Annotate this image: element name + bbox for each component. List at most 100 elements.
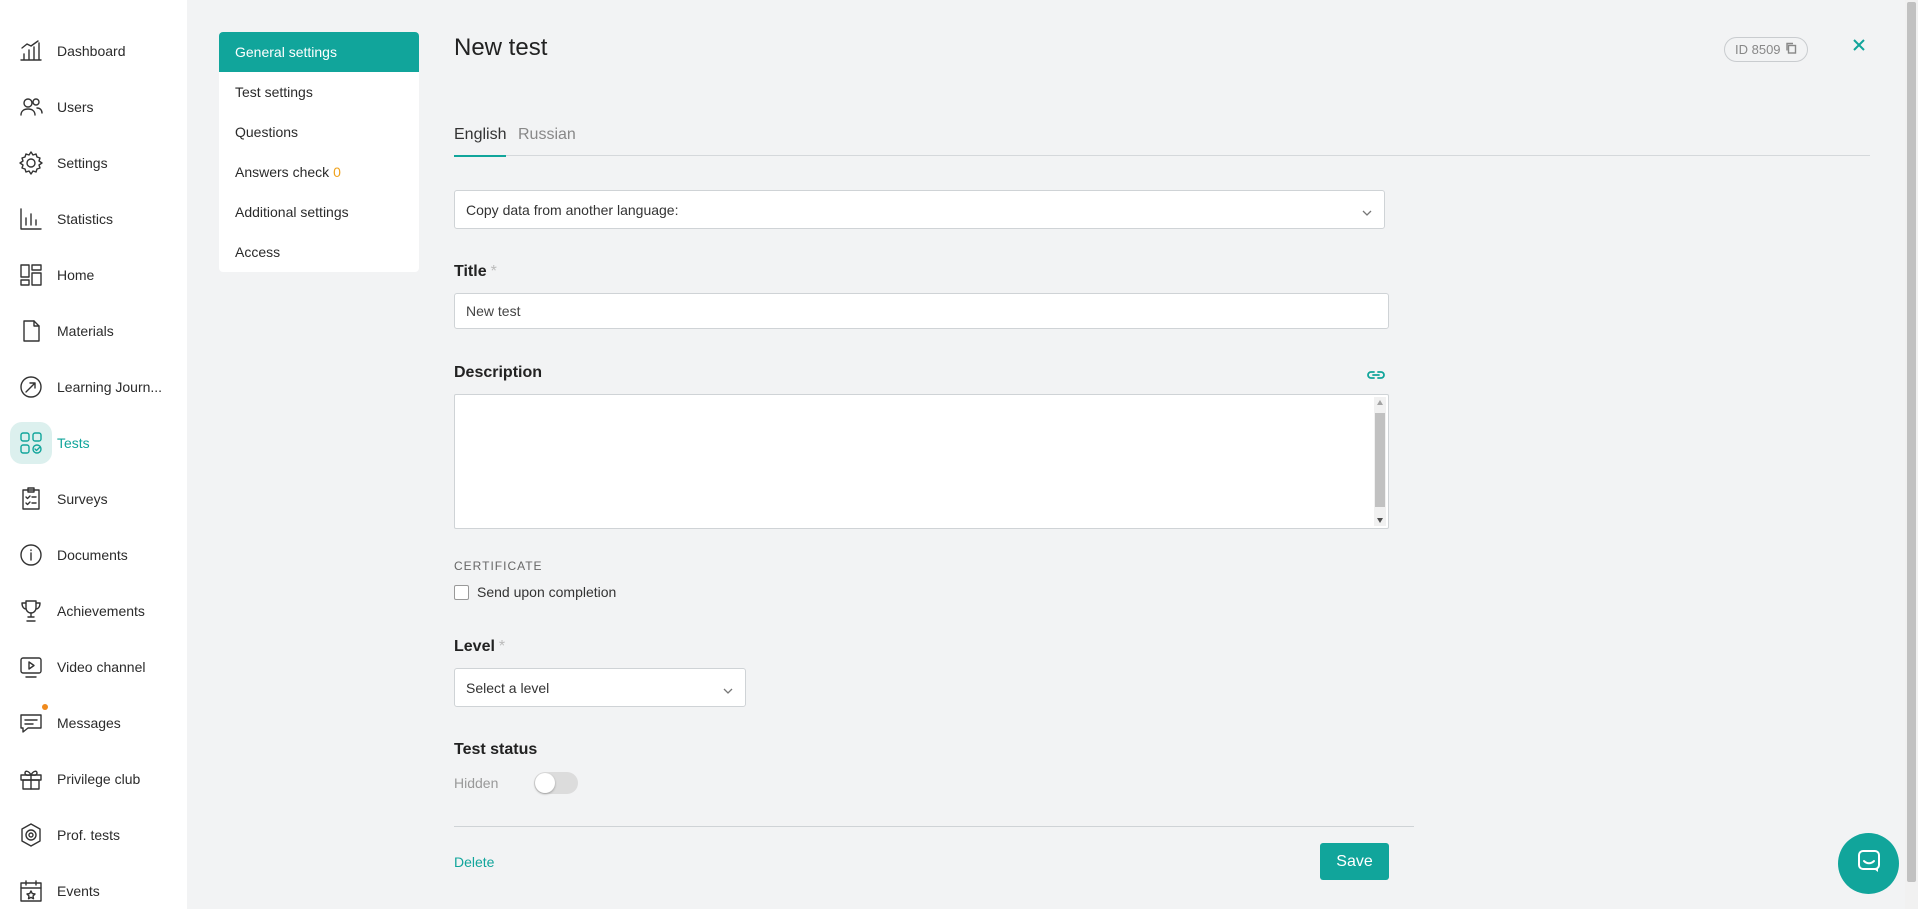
users-icon: [10, 86, 52, 128]
hexagon-icon: [10, 814, 52, 856]
info-circle-icon: [10, 534, 52, 576]
sidebar-item-label: Tests: [57, 435, 90, 451]
dashboard-icon: [10, 30, 52, 72]
sidebar-item-label: Home: [57, 267, 95, 283]
copy-language-select-value: Copy data from another language:: [466, 201, 679, 218]
section-test-settings[interactable]: Test settings: [219, 72, 419, 112]
scroll-up-arrow[interactable]: [1377, 400, 1383, 405]
chat-icon: [1854, 846, 1884, 881]
sidebar-item-materials[interactable]: Materials: [0, 308, 187, 356]
sidebar-item-achievements[interactable]: Achievements: [0, 588, 187, 636]
page-scrollbar[interactable]: [1905, 0, 1918, 909]
title-input[interactable]: [454, 293, 1389, 329]
section-additional-settings[interactable]: Additional settings: [219, 192, 419, 232]
home-grid-icon: [10, 254, 52, 296]
required-mark: *: [490, 263, 497, 280]
sidebar-item-documents[interactable]: Documents: [0, 532, 187, 580]
scrollbar-thumb[interactable]: [1907, 2, 1916, 882]
test-status-toggle[interactable]: [534, 772, 578, 794]
video-icon: [10, 646, 52, 688]
level-label-text: Level: [454, 638, 495, 655]
sidebar-item-privilege-club[interactable]: Privilege club: [0, 756, 187, 804]
trajectory-icon: [10, 366, 52, 408]
sidebar-item-statistics[interactable]: Statistics: [0, 196, 187, 244]
trophy-icon: [10, 590, 52, 632]
toggle-knob: [535, 773, 555, 793]
scroll-down-arrow[interactable]: [1377, 518, 1383, 523]
test-status-row: Hidden: [454, 772, 578, 794]
section-general-settings[interactable]: General settings: [219, 32, 419, 72]
notification-dot: [42, 704, 48, 710]
sidebar-item-label: Statistics: [57, 211, 114, 227]
certificate-option[interactable]: Send upon completion: [454, 584, 616, 600]
sidebar-item-prof-tests[interactable]: Prof. tests: [0, 812, 187, 860]
test-status-value: Hidden: [454, 775, 499, 791]
copy-icon: [1785, 42, 1797, 57]
sidebar-item-label: Materials: [57, 323, 114, 339]
level-select[interactable]: Select a level: [454, 668, 746, 707]
tab-russian[interactable]: Russian: [518, 126, 576, 144]
delete-button[interactable]: Delete: [454, 854, 494, 870]
close-icon: [1852, 38, 1866, 57]
send-upon-completion-checkbox[interactable]: [454, 584, 469, 600]
certificate-heading: CERTIFICATE: [454, 559, 543, 573]
sidebar-item-label: Prof. tests: [57, 827, 121, 843]
survey-checklist-icon: [10, 478, 52, 520]
tab-english[interactable]: English: [454, 126, 507, 157]
sidebar-item-label: Achievements: [57, 603, 145, 619]
section-answers-check-label: Answers check: [235, 164, 330, 180]
level-select-value: Select a level: [466, 679, 550, 696]
sidebar-item-video-channel[interactable]: Video channel: [0, 644, 187, 692]
sidebar-item-label: Privilege club: [57, 771, 141, 787]
description-label: Description: [454, 364, 543, 381]
language-tabs: English Russian: [454, 124, 1870, 157]
section-questions[interactable]: Questions: [219, 112, 419, 152]
page-title: New test: [454, 34, 548, 61]
sidebar-item-settings[interactable]: Settings: [0, 140, 187, 188]
save-button[interactable]: Save: [1320, 843, 1389, 880]
sidebar-item-label: Users: [57, 99, 94, 115]
link-icon[interactable]: [1365, 364, 1387, 386]
calendar-icon: [10, 870, 52, 909]
main-sidebar: Dashboard Users Settings Statistics Home…: [0, 0, 187, 909]
sidebar-item-events[interactable]: Events: [0, 868, 187, 909]
sidebar-item-label: Surveys: [57, 491, 108, 507]
gear-icon: [10, 142, 52, 184]
sidebar-item-dashboard[interactable]: Dashboard: [0, 28, 187, 76]
scrollbar-thumb[interactable]: [1375, 413, 1385, 507]
sidebar-item-label: Learning Journ...: [57, 379, 163, 395]
bar-chart-icon: [10, 198, 52, 240]
send-upon-completion-label: Send upon completion: [477, 584, 617, 600]
document-icon: [10, 310, 52, 352]
section-access[interactable]: Access: [219, 232, 419, 272]
description-textarea[interactable]: [454, 394, 1389, 529]
chat-widget-button[interactable]: [1838, 833, 1899, 894]
description-scrollbar[interactable]: [1374, 397, 1386, 526]
copy-language-select[interactable]: Copy data from another language:: [454, 190, 1385, 229]
sidebar-item-tests[interactable]: Tests: [0, 420, 187, 468]
gift-icon: [10, 758, 52, 800]
sidebar-item-label: Messages: [57, 715, 121, 731]
footer-divider: [454, 826, 1414, 827]
sidebar-item-home[interactable]: Home: [0, 252, 187, 300]
sidebar-item-label: Dashboard: [57, 43, 126, 59]
section-menu: General settings Test settings Questions…: [219, 32, 419, 272]
title-label: Title *: [454, 263, 497, 281]
id-badge[interactable]: ID 8509: [1724, 37, 1808, 62]
title-label-text: Title: [454, 263, 487, 280]
sidebar-item-label: Video channel: [57, 659, 146, 675]
sidebar-item-label: Events: [57, 883, 100, 899]
sidebar-item-label: Documents: [57, 547, 128, 563]
close-button[interactable]: [1848, 36, 1870, 58]
level-label: Level *: [454, 638, 505, 656]
sidebar-item-messages[interactable]: Messages: [0, 700, 187, 748]
section-answers-check[interactable]: Answers check 0: [219, 152, 419, 192]
sidebar-item-surveys[interactable]: Surveys: [0, 476, 187, 524]
chevron-down-icon: [723, 683, 733, 694]
test-status-label: Test status: [454, 741, 538, 758]
required-mark: *: [498, 638, 506, 655]
sidebar-item-learning-journey[interactable]: Learning Journ...: [0, 364, 187, 412]
answers-check-count: 0: [333, 164, 341, 180]
sidebar-item-users[interactable]: Users: [0, 84, 187, 132]
id-badge-text: ID 8509: [1735, 42, 1781, 57]
